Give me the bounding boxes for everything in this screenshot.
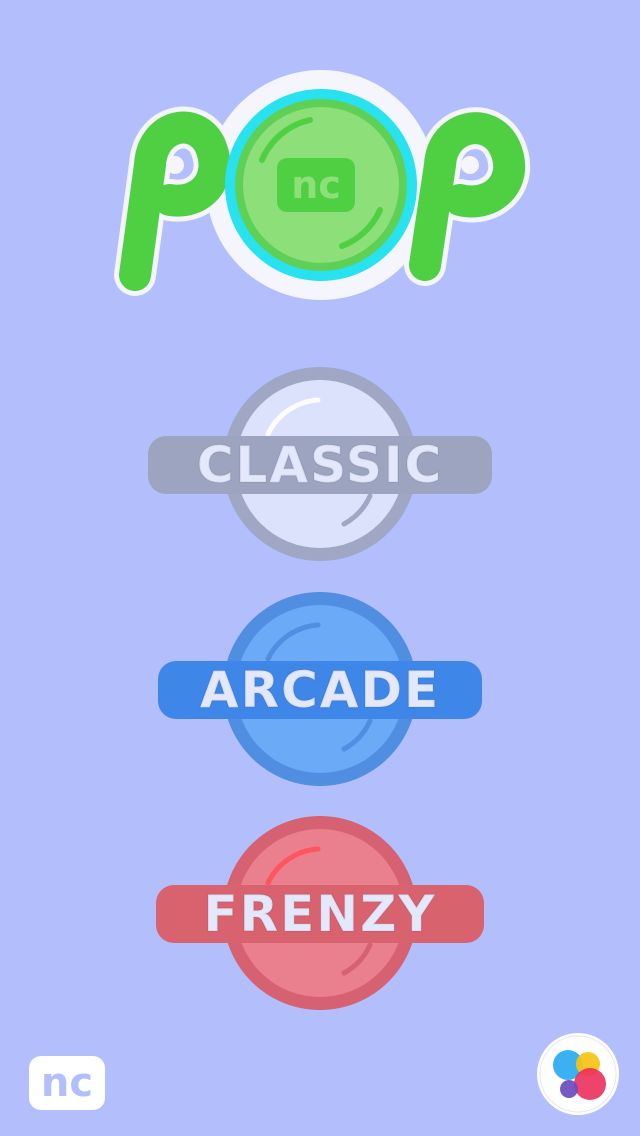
game-logo: nc (80, 70, 560, 305)
classic-mode-button[interactable]: CLASSIC (140, 364, 500, 564)
frenzy-mode-button[interactable]: FRENZY (140, 813, 500, 1013)
nc-brand-button[interactable]: nc (28, 1055, 106, 1111)
classic-label: CLASSIC (196, 436, 444, 494)
arcade-label: ARCADE (199, 661, 441, 719)
logo-badge: nc (277, 158, 355, 212)
frenzy-label: FRENZY (202, 885, 437, 943)
nc-brand-text: nc (41, 1060, 93, 1106)
game-center-icon (537, 1033, 619, 1115)
game-center-button[interactable] (536, 1032, 620, 1116)
logo-badge-text: nc (291, 163, 341, 207)
arcade-mode-button[interactable]: ARCADE (140, 589, 500, 789)
